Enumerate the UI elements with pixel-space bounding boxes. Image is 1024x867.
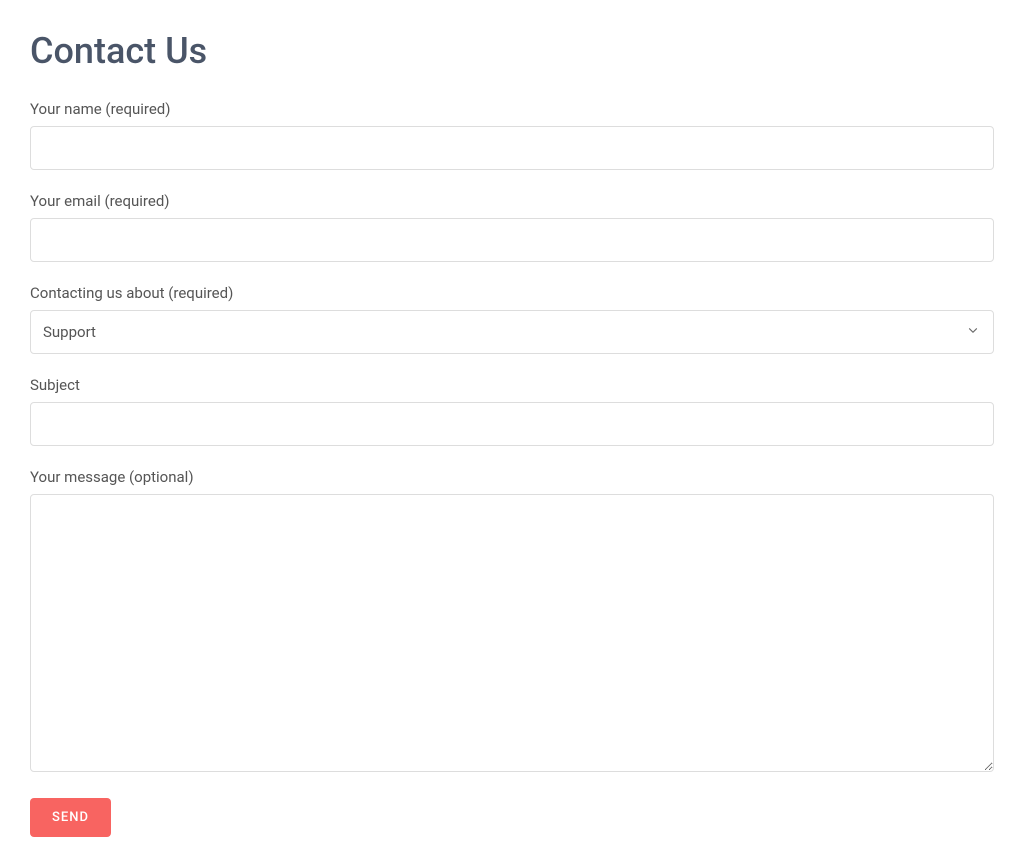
send-button[interactable]: SEND: [30, 798, 111, 837]
page-title: Contact Us: [30, 30, 994, 72]
topic-label: Contacting us about (required): [30, 284, 994, 302]
email-label: Your email (required): [30, 192, 994, 210]
message-textarea[interactable]: [30, 494, 994, 772]
name-field-group: Your name (required): [30, 100, 994, 170]
message-label: Your message (optional): [30, 468, 994, 486]
message-field-group: Your message (optional): [30, 468, 994, 776]
subject-input[interactable]: [30, 402, 994, 446]
subject-label: Subject: [30, 376, 994, 394]
email-field-group: Your email (required): [30, 192, 994, 262]
subject-field-group: Subject: [30, 376, 994, 446]
name-input[interactable]: [30, 126, 994, 170]
topic-field-group: Contacting us about (required) Support: [30, 284, 994, 354]
email-input[interactable]: [30, 218, 994, 262]
contact-form-container: Contact Us Your name (required) Your ema…: [30, 30, 994, 837]
name-label: Your name (required): [30, 100, 994, 118]
topic-select-wrapper: Support: [30, 310, 994, 354]
topic-select[interactable]: Support: [30, 310, 994, 354]
